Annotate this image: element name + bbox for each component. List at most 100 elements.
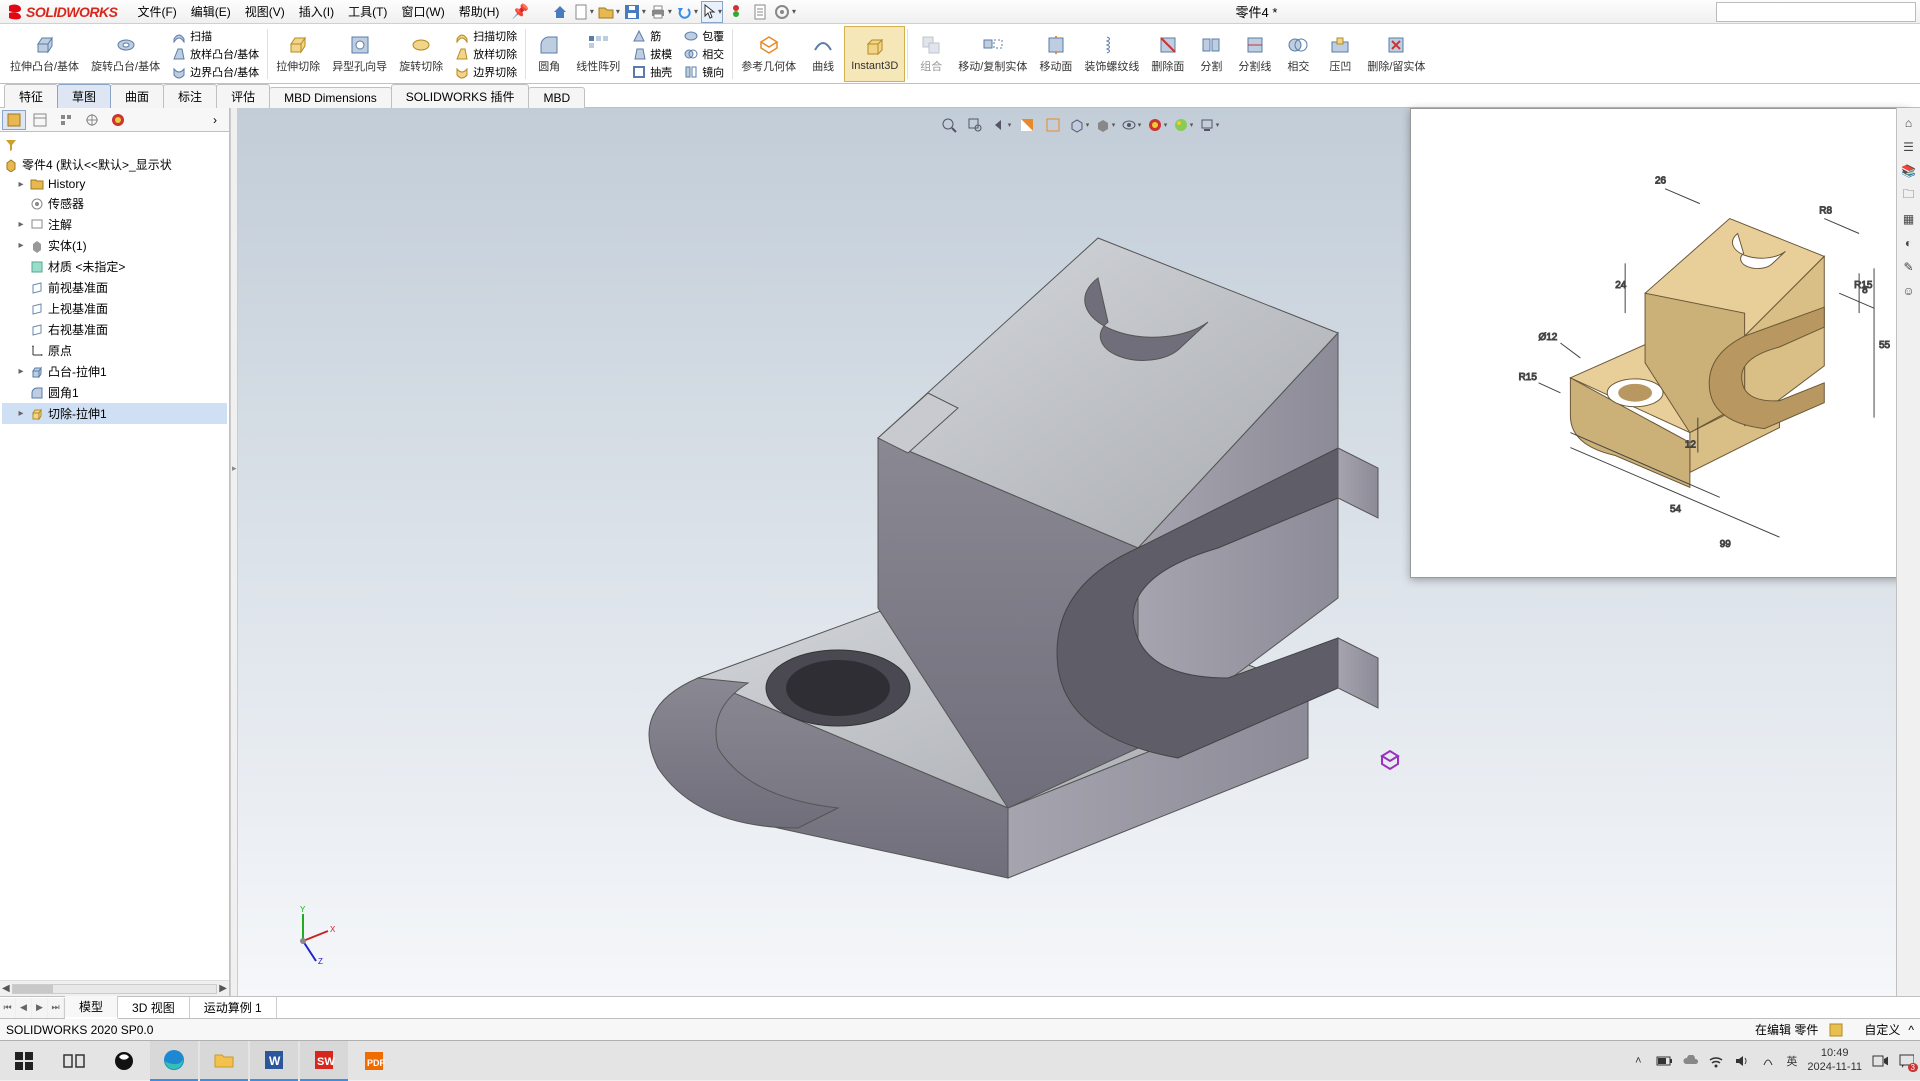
pin-icon[interactable]: 📌 — [511, 3, 528, 20]
tray-wifi-icon[interactable] — [1708, 1053, 1724, 1069]
qat-new-icon[interactable] — [573, 1, 595, 23]
btab-motion1[interactable]: 运动算例 1 — [190, 997, 277, 1018]
scroll-right-icon[interactable]: ▶ — [219, 983, 227, 994]
menu-file[interactable]: 文件(F) — [131, 1, 182, 22]
feature-tree[interactable]: 零件4 (默认<<默认>_显示状 ▸History 传感器 ▸注解 ▸实体(1)… — [0, 132, 229, 980]
prev-view-icon[interactable] — [990, 114, 1012, 136]
menu-window[interactable]: 窗口(W) — [395, 1, 450, 22]
tray-battery-icon[interactable] — [1656, 1053, 1672, 1069]
reference-image-panel[interactable]: 99 54 R8 R15 Ø12 R15 26 55 8 24 12 — [1410, 108, 1910, 578]
rb-ref-geo[interactable]: 参考几何体 — [735, 26, 802, 82]
rb-shell[interactable]: 抽壳 — [632, 64, 672, 80]
btab-first-icon[interactable]: ⏮ — [0, 998, 16, 1018]
tree-filter[interactable] — [2, 136, 227, 154]
tray-ime-mode-icon[interactable] — [1760, 1053, 1776, 1069]
tab-mbd-dim[interactable]: MBD Dimensions — [269, 87, 392, 108]
display-style-icon[interactable] — [1094, 114, 1116, 136]
qat-save-icon[interactable] — [623, 1, 647, 23]
taskpane-design-library-icon[interactable]: 📚 — [1900, 162, 1918, 180]
qat-home-icon[interactable] — [549, 1, 571, 23]
status-custom[interactable]: 自定义 — [1864, 1021, 1900, 1038]
tree-origin[interactable]: 原点 — [2, 340, 227, 361]
tree-history[interactable]: ▸History — [2, 175, 227, 193]
taskbar-explorer-icon[interactable] — [200, 1041, 248, 1081]
rb-split[interactable]: 分割 — [1190, 26, 1232, 82]
rb-wrap[interactable]: 包覆 — [684, 28, 724, 44]
tree-root[interactable]: 零件4 (默认<<默认>_显示状 — [2, 154, 227, 175]
expand-icon[interactable]: ▸ — [16, 366, 26, 377]
rb-instant3d[interactable]: Instant3D — [844, 26, 905, 82]
ftree-tab-dimxpert-icon[interactable] — [80, 110, 104, 130]
tab-sw-plugins[interactable]: SOLIDWORKS 插件 — [391, 84, 530, 108]
tree-sensors[interactable]: 传感器 — [2, 193, 227, 214]
tray-onedrive-icon[interactable] — [1682, 1053, 1698, 1069]
rb-combine[interactable]: 组合 — [910, 26, 952, 82]
btab-model[interactable]: 模型 — [65, 996, 118, 1019]
tray-clock[interactable]: 10:49 2024-11-11 — [1807, 1047, 1862, 1073]
rb-intersect2[interactable]: 相交 — [684, 46, 724, 62]
ftree-hscroll[interactable]: ◀ ▶ — [0, 980, 229, 996]
tree-material[interactable]: 材质 <未指定> — [2, 256, 227, 277]
rb-loft-cut[interactable]: 放样切除 — [455, 46, 517, 62]
ftree-tab-display-manager-icon[interactable] — [106, 110, 130, 130]
expand-icon[interactable]: ▸ — [16, 408, 26, 419]
hide-show-icon[interactable] — [1120, 114, 1142, 136]
tab-sketch[interactable]: 草图 — [57, 84, 111, 108]
rb-draft[interactable]: 拔模 — [632, 46, 672, 62]
rb-split-line[interactable]: 分割线 — [1232, 26, 1277, 82]
tab-annotate[interactable]: 标注 — [163, 84, 217, 108]
tree-front-plane[interactable]: 前视基准面 — [2, 277, 227, 298]
qat-select-icon[interactable] — [701, 1, 723, 23]
taskbar-solidworks-icon[interactable]: SW — [300, 1041, 348, 1081]
rb-extrude-boss[interactable]: 拉伸凸台/基体 — [4, 26, 85, 82]
rb-sweep-cut[interactable]: 扫描切除 — [455, 28, 517, 44]
btab-next-icon[interactable]: ▶ — [32, 998, 48, 1018]
menu-insert[interactable]: 插入(I) — [293, 1, 340, 22]
rb-move-face[interactable]: 移动面 — [1033, 26, 1078, 82]
ftree-tab-property-manager-icon[interactable] — [28, 110, 52, 130]
taskbar-edge-icon[interactable] — [150, 1041, 198, 1081]
taskbar-word-icon[interactable]: W — [250, 1041, 298, 1081]
tree-solid-bodies[interactable]: ▸实体(1) — [2, 235, 227, 256]
taskpane-view-palette-icon[interactable]: ▦ — [1900, 210, 1918, 228]
rb-linear-pattern[interactable]: 线性阵列 — [570, 26, 626, 82]
ftree-tab-feature-manager-icon[interactable] — [2, 110, 26, 130]
tree-fillet1[interactable]: 圆角1 — [2, 382, 227, 403]
rb-hole-wizard[interactable]: 异型孔向导 — [326, 26, 393, 82]
tab-features[interactable]: 特征 — [4, 84, 58, 108]
tree-annotations[interactable]: ▸注解 — [2, 214, 227, 235]
task-view-icon[interactable] — [50, 1041, 98, 1081]
qat-options-icon[interactable] — [773, 1, 797, 23]
chevron-up-icon[interactable]: ^ — [1908, 1023, 1914, 1037]
splitter[interactable]: ▸ — [230, 108, 238, 996]
tray-ime-lang[interactable]: 英 — [1786, 1053, 1797, 1069]
menu-view[interactable]: 视图(V) — [239, 1, 291, 22]
menu-help[interactable]: 帮助(H) — [453, 1, 506, 22]
expand-icon[interactable]: ▸ — [16, 219, 26, 230]
tray-volume-icon[interactable] — [1734, 1053, 1750, 1069]
ftree-tab-more-icon[interactable]: › — [203, 110, 227, 130]
tab-surfaces[interactable]: 曲面 — [110, 84, 164, 108]
rb-delete-face[interactable]: 删除面 — [1145, 26, 1190, 82]
taskpane-appearance-icon[interactable]: ◐ — [1900, 234, 1918, 252]
status-unit-icon[interactable] — [1828, 1022, 1844, 1038]
rb-fillet[interactable]: 圆角 — [528, 26, 570, 82]
taskpane-custom-props-icon[interactable]: ✎ — [1900, 258, 1918, 276]
tab-evaluate[interactable]: 评估 — [216, 84, 270, 108]
tree-top-plane[interactable]: 上视基准面 — [2, 298, 227, 319]
rb-boundary-cut[interactable]: 边界切除 — [455, 64, 517, 80]
btab-last-icon[interactable]: ⏭ — [48, 998, 64, 1018]
apply-scene-icon[interactable] — [1172, 114, 1194, 136]
rb-mirror[interactable]: 镜向 — [684, 64, 724, 80]
edit-appearance-icon[interactable] — [1146, 114, 1168, 136]
start-button[interactable] — [0, 1041, 48, 1081]
rb-revolve-boss[interactable]: 旋转凸台/基体 — [85, 26, 166, 82]
rb-curve[interactable]: 曲线 — [802, 26, 844, 82]
rb-loft[interactable]: 放样凸台/基体 — [172, 46, 259, 62]
view-settings-icon[interactable] — [1198, 114, 1220, 136]
tree-cut1[interactable]: ▸切除-拉伸1 — [2, 403, 227, 424]
expand-icon[interactable]: ▸ — [16, 179, 26, 190]
scroll-track[interactable] — [12, 984, 218, 994]
rb-thread[interactable]: 装饰螺纹线 — [1078, 26, 1145, 82]
qat-rebuild-icon[interactable] — [725, 1, 747, 23]
